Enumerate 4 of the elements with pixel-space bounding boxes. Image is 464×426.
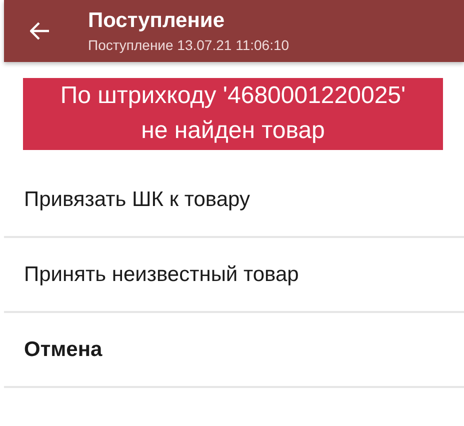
error-message: По штрихкоду '4680001220025' не найден товар bbox=[23, 78, 443, 150]
screen-subtitle: Поступление 13.07.21 11:06:10 bbox=[88, 37, 290, 53]
screen-title: Поступление bbox=[88, 9, 226, 33]
back-arrow-icon bbox=[30, 22, 50, 40]
